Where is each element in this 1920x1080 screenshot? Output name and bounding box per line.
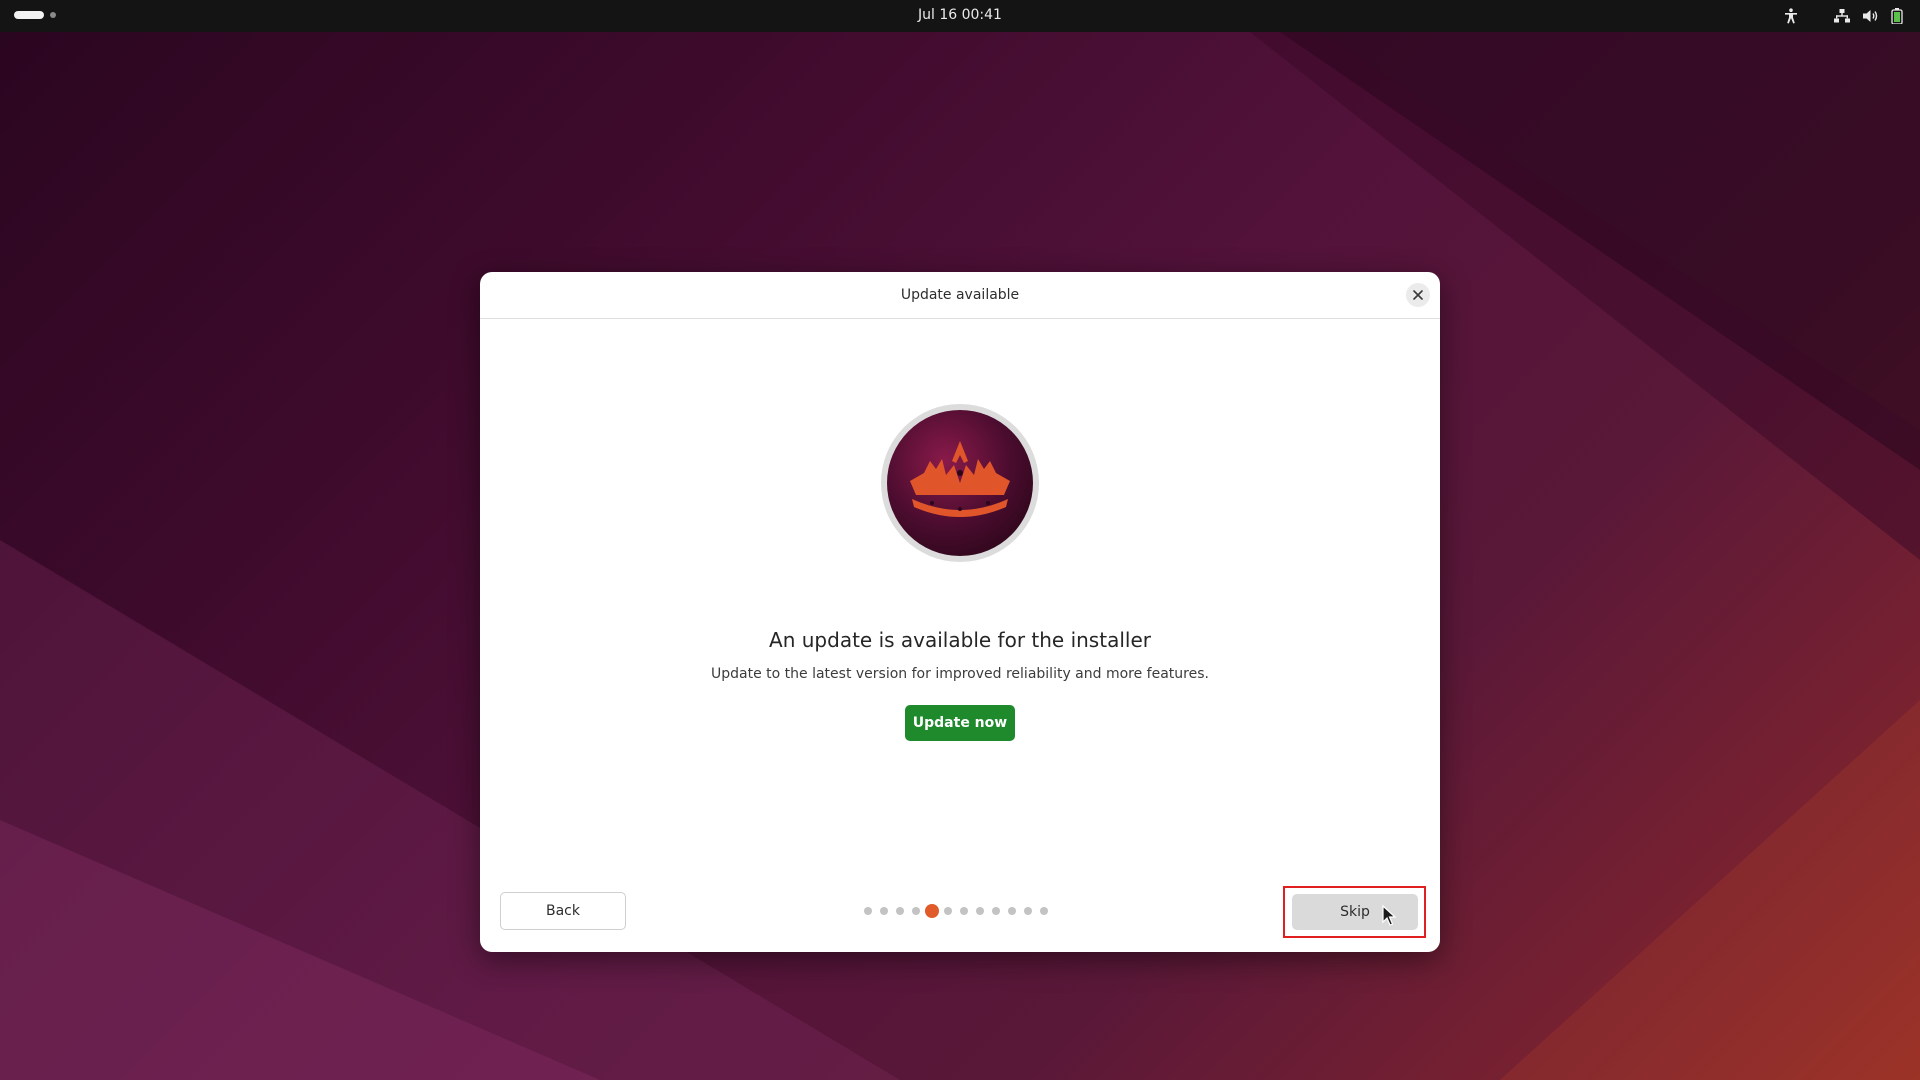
- update-description: Update to the latest version for improve…: [711, 666, 1209, 682]
- clock[interactable]: Jul 16 00:41: [918, 7, 1002, 23]
- back-button[interactable]: Back: [500, 892, 626, 930]
- mouse-cursor-icon: [1382, 905, 1397, 926]
- progress-dot: [880, 907, 888, 915]
- progress-dot: [944, 907, 952, 915]
- progress-dot: [960, 907, 968, 915]
- progress-dot: [976, 907, 984, 915]
- progress-dot: [1024, 907, 1032, 915]
- update-headline: An update is available for the installer: [769, 628, 1151, 652]
- progress-dot-active: [925, 904, 939, 918]
- battery-icon[interactable]: [1886, 0, 1908, 32]
- installer-logo: [880, 403, 1040, 563]
- progress-dot: [864, 907, 872, 915]
- progress-dot: [1008, 907, 1016, 915]
- dialog-title: Update available: [900, 287, 1020, 303]
- update-now-button[interactable]: Update now: [905, 705, 1015, 741]
- progress-dot: [896, 907, 904, 915]
- progress-dots: [864, 904, 1056, 918]
- top-bar: Jul 16 00:41: [0, 0, 1920, 32]
- volume-icon[interactable]: [1856, 0, 1886, 32]
- activities-button[interactable]: [14, 11, 56, 19]
- progress-dot: [912, 907, 920, 915]
- accessibility-icon[interactable]: [1776, 0, 1806, 32]
- dialog-header: Update available: [480, 272, 1440, 319]
- close-icon: [1413, 290, 1423, 300]
- progress-dot: [1040, 907, 1048, 915]
- skip-button[interactable]: Skip: [1292, 894, 1418, 930]
- progress-dot: [992, 907, 1000, 915]
- desktop: Jul 16 00:41 Update available An update …: [0, 0, 1920, 1080]
- workspace-indicator: [50, 12, 56, 18]
- system-tray[interactable]: [1776, 0, 1908, 32]
- workspace-indicator-active: [14, 11, 44, 19]
- close-button[interactable]: [1406, 283, 1430, 307]
- network-icon[interactable]: [1828, 0, 1856, 32]
- installer-dialog: Update available An update is available …: [480, 272, 1440, 952]
